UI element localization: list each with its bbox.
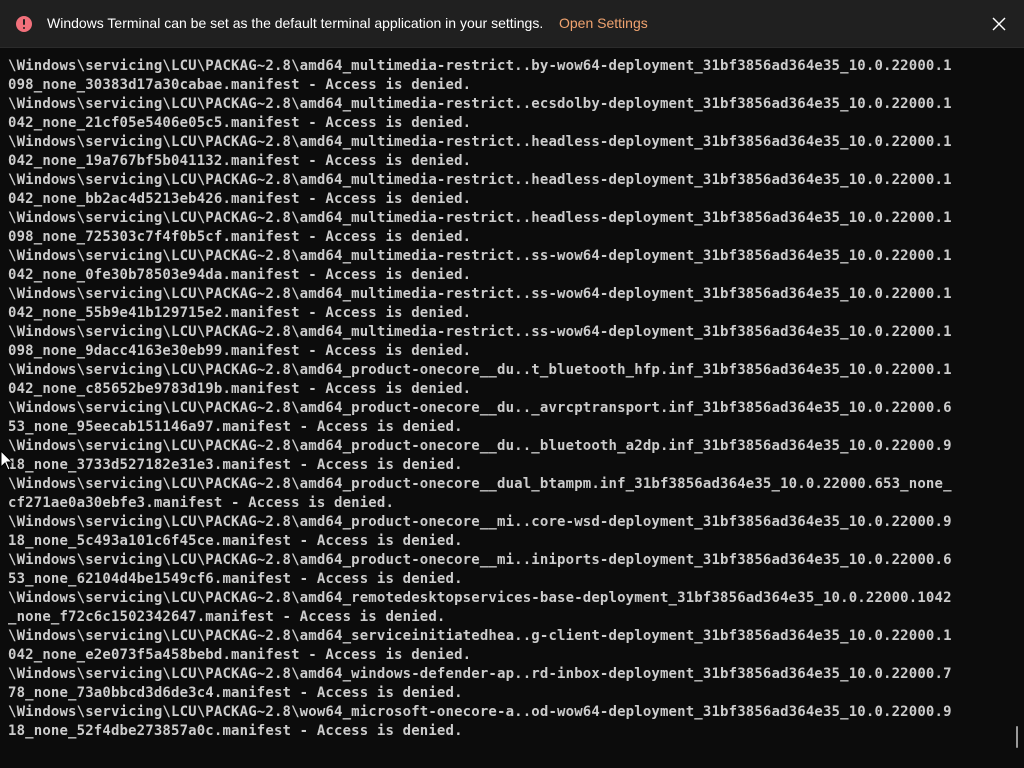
terminal-line: \Windows\servicing\LCU\PACKAG~2.8\amd64_… bbox=[8, 248, 952, 264]
infobar-message: Windows Terminal can be set as the defau… bbox=[47, 15, 544, 31]
terminal-line: \Windows\servicing\LCU\PACKAG~2.8\amd64_… bbox=[8, 324, 952, 340]
terminal-line: \Windows\servicing\LCU\PACKAG~2.8\amd64_… bbox=[8, 58, 952, 74]
error-icon bbox=[16, 16, 32, 32]
terminal-line: 53_none_95eecab151146a97.manifest - Acce… bbox=[8, 419, 463, 435]
open-settings-link[interactable]: Open Settings bbox=[559, 15, 648, 31]
terminal-line: 042_none_21cf05e5406e05c5.manifest - Acc… bbox=[8, 115, 472, 131]
terminal-line: \Windows\servicing\LCU\PACKAG~2.8\wow64_… bbox=[8, 704, 952, 720]
terminal-line: \Windows\servicing\LCU\PACKAG~2.8\amd64_… bbox=[8, 96, 952, 112]
terminal-line: \Windows\servicing\LCU\PACKAG~2.8\amd64_… bbox=[8, 476, 952, 492]
terminal-line: 042_none_bb2ac4d5213eb426.manifest - Acc… bbox=[8, 191, 472, 207]
terminal-line: 18_none_5c493a101c6f45ce.manifest - Acce… bbox=[8, 533, 463, 549]
terminal-line: \Windows\servicing\LCU\PACKAG~2.8\amd64_… bbox=[8, 628, 952, 644]
terminal-line: \Windows\servicing\LCU\PACKAG~2.8\amd64_… bbox=[8, 666, 952, 682]
terminal-line: 042_none_19a767bf5b041132.manifest - Acc… bbox=[8, 153, 472, 169]
terminal-line: 098_none_30383d17a30cabae.manifest - Acc… bbox=[8, 77, 472, 93]
terminal-line: \Windows\servicing\LCU\PACKAG~2.8\amd64_… bbox=[8, 286, 952, 302]
terminal-window: Windows Terminal can be set as the defau… bbox=[0, 0, 1024, 768]
default-terminal-infobar: Windows Terminal can be set as the defau… bbox=[0, 0, 1024, 48]
terminal-line: 042_none_0fe30b78503e94da.manifest - Acc… bbox=[8, 267, 472, 283]
terminal-line: _none_f72c6c1502342647.manifest - Access… bbox=[8, 609, 446, 625]
terminal-line: 098_none_9dacc4163e30eb99.manifest - Acc… bbox=[8, 343, 472, 359]
terminal-line: 18_none_52f4dbe273857a0c.manifest - Acce… bbox=[8, 723, 463, 739]
terminal-line: 098_none_725303c7f4f0b5cf.manifest - Acc… bbox=[8, 229, 472, 245]
mouse-pointer-icon bbox=[0, 450, 14, 471]
terminal-line: 042_none_55b9e41b129715e2.manifest - Acc… bbox=[8, 305, 472, 321]
terminal-line: \Windows\servicing\LCU\PACKAG~2.8\amd64_… bbox=[8, 552, 952, 568]
terminal-line: 53_none_62104d4be1549cf6.manifest - Acce… bbox=[8, 571, 463, 587]
close-icon bbox=[992, 17, 1006, 31]
terminal-line: \Windows\servicing\LCU\PACKAG~2.8\amd64_… bbox=[8, 210, 952, 226]
terminal-line: 18_none_3733d527182e31e3.manifest - Acce… bbox=[8, 457, 463, 473]
terminal-line: \Windows\servicing\LCU\PACKAG~2.8\amd64_… bbox=[8, 172, 952, 188]
vertical-scrollbar[interactable] bbox=[1016, 726, 1018, 748]
terminal-line: 042_none_e2e073f5a458bebd.manifest - Acc… bbox=[8, 647, 472, 663]
terminal-line: 78_none_73a0bbcd3d6de3c4.manifest - Acce… bbox=[8, 685, 463, 701]
terminal-line: \Windows\servicing\LCU\PACKAG~2.8\amd64_… bbox=[8, 362, 952, 378]
terminal-line: \Windows\servicing\LCU\PACKAG~2.8\amd64_… bbox=[8, 134, 952, 150]
terminal-line: \Windows\servicing\LCU\PACKAG~2.8\amd64_… bbox=[8, 438, 952, 454]
terminal-line: cf271ae0a30ebfe3.manifest - Access is de… bbox=[8, 495, 395, 511]
terminal-line: \Windows\servicing\LCU\PACKAG~2.8\amd64_… bbox=[8, 400, 952, 416]
infobar-close-button[interactable] bbox=[984, 9, 1014, 39]
terminal-output[interactable]: \Windows\servicing\LCU\PACKAG~2.8\amd64_… bbox=[8, 57, 1008, 741]
terminal-line: 042_none_c85652be9783d19b.manifest - Acc… bbox=[8, 381, 472, 397]
terminal-line: \Windows\servicing\LCU\PACKAG~2.8\amd64_… bbox=[8, 590, 952, 606]
terminal-line: \Windows\servicing\LCU\PACKAG~2.8\amd64_… bbox=[8, 514, 952, 530]
